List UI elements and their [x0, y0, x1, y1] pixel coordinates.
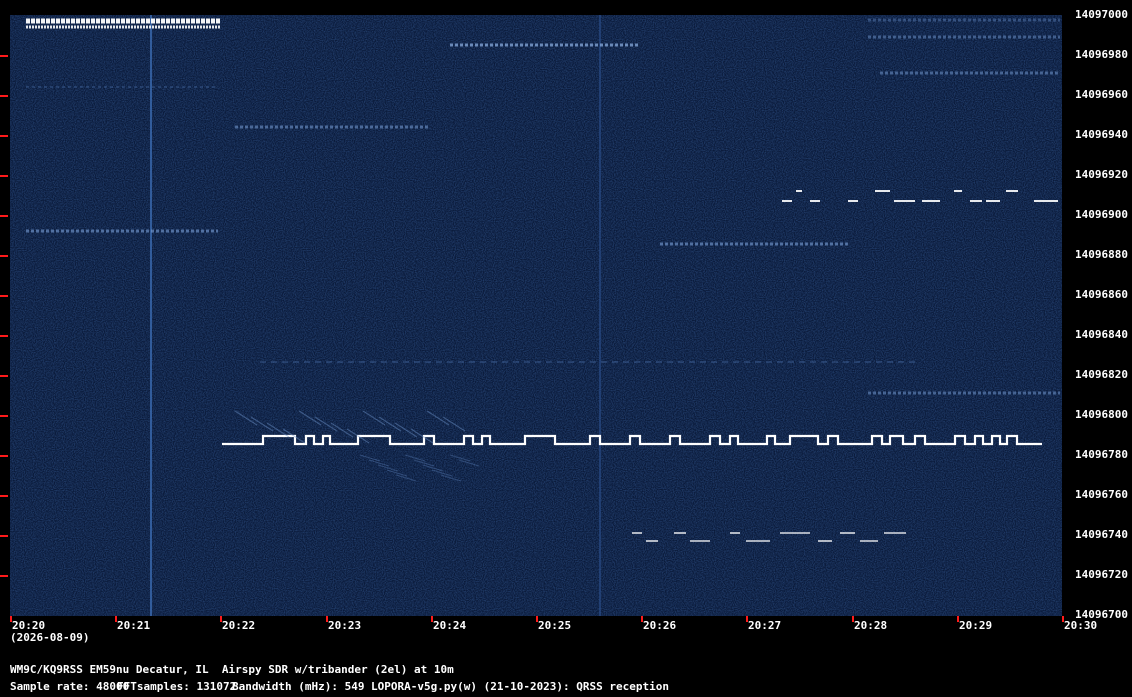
y-tick-label: 14096720 — [1075, 568, 1128, 581]
y-tick-label: 14096920 — [1075, 168, 1128, 181]
y-tick-label: 14096880 — [1075, 248, 1128, 261]
y-tick-mark — [0, 295, 8, 297]
y-tick-label: 14096860 — [1075, 288, 1128, 301]
x-tick-mark — [1062, 616, 1064, 622]
station-info: WM9C/KQ9RSS EM59nu Decatur, IL Airspy SD… — [10, 663, 454, 676]
x-tick-label: 20:24 — [433, 619, 467, 632]
x-tick-mark — [641, 616, 643, 622]
waterfall-noise — [10, 15, 1062, 616]
x-tick-label: 20:23 — [328, 619, 362, 632]
y-tick-label: 14096740 — [1075, 528, 1128, 541]
x-tick-label: 20:26 — [643, 619, 677, 632]
x-tick-label: 20:30 — [1064, 619, 1098, 632]
y-tick-mark — [0, 535, 8, 537]
x-tick-label: 20:29 — [959, 619, 993, 632]
y-tick-label: 14096840 — [1075, 328, 1128, 341]
y-tick-label: 14096800 — [1075, 408, 1128, 421]
y-tick-mark — [0, 415, 8, 417]
y-tick-label: 14096760 — [1075, 488, 1128, 501]
x-tick-label: 20:25 — [538, 619, 572, 632]
y-tick-label: 14097000 — [1075, 8, 1128, 21]
x-tick-label: 20:27 — [748, 619, 782, 632]
y-tick-mark — [0, 335, 8, 337]
x-tick-label: 20:28 — [854, 619, 888, 632]
x-tick-mark — [852, 616, 854, 622]
waterfall-spectrogram — [10, 15, 1062, 616]
y-tick-mark — [0, 375, 8, 377]
y-tick-label: 14096700 — [1075, 608, 1128, 621]
x-tick-mark — [431, 616, 433, 622]
y-tick-mark — [0, 255, 8, 257]
y-tick-mark — [0, 215, 8, 217]
y-tick-label: 14096940 — [1075, 128, 1128, 141]
y-tick-label: 14096960 — [1075, 88, 1128, 101]
x-tick-mark — [536, 616, 538, 622]
x-tick-mark — [115, 616, 117, 622]
y-tick-label: 14096980 — [1075, 48, 1128, 61]
x-tick-mark — [220, 616, 222, 622]
x-tick-mark — [957, 616, 959, 622]
y-tick-label: 14096780 — [1075, 448, 1128, 461]
y-tick-label: 14096900 — [1075, 208, 1128, 221]
software-info: LOPORA-v5g.py(w) (21-10-2023): QRSS rece… — [371, 680, 670, 693]
y-tick-mark — [0, 455, 8, 457]
y-tick-mark — [0, 575, 8, 577]
x-tick-mark — [746, 616, 748, 622]
date-label: (2026-08-09) — [10, 631, 90, 644]
x-tick-mark — [326, 616, 328, 622]
y-tick-mark — [0, 135, 8, 137]
y-tick-label: 14096820 — [1075, 368, 1128, 381]
sample-rate: Sample rate: 48000 — [10, 680, 130, 693]
x-tick-mark — [10, 616, 12, 622]
y-tick-mark — [0, 495, 8, 497]
fft-samples: FFTsamples: 131072 — [117, 680, 237, 693]
x-tick-label: 20:21 — [117, 619, 151, 632]
y-tick-mark — [0, 95, 8, 97]
x-tick-label: 20:22 — [222, 619, 256, 632]
bandwidth: Bandwidth (mHz): 549 — [232, 680, 365, 693]
y-tick-mark — [0, 55, 8, 57]
y-tick-mark — [0, 175, 8, 177]
